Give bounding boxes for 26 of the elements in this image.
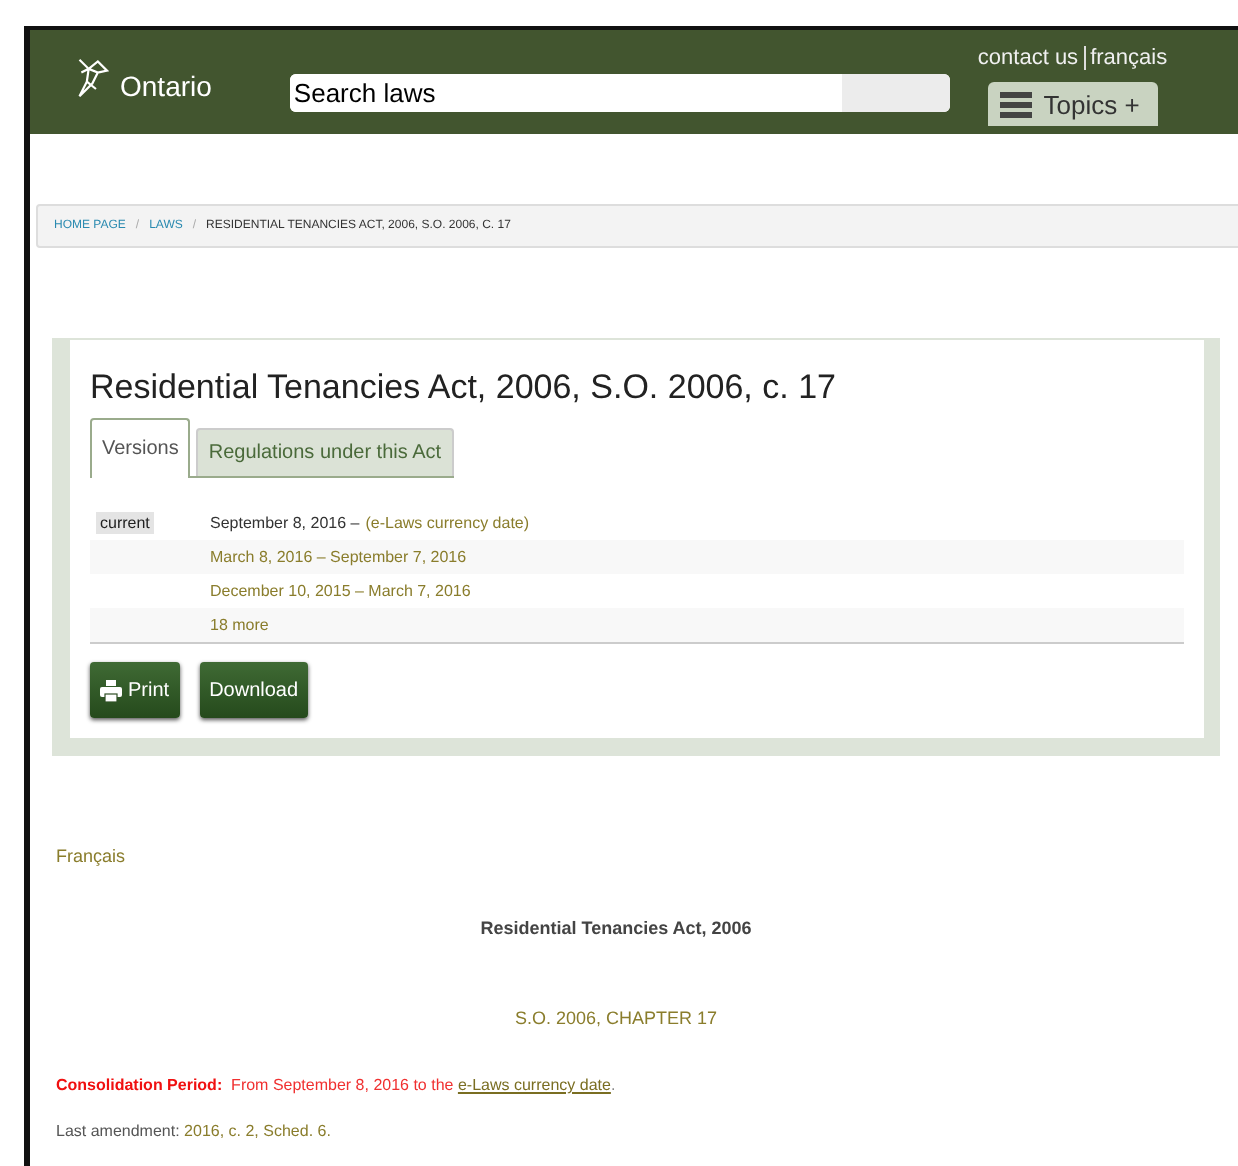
current-badge: current xyxy=(96,512,154,534)
act-title: Residential Tenancies Act, 2006, S.O. 2006, c. 17 xyxy=(90,368,838,408)
version-link[interactable]: (e-Laws currency date) xyxy=(365,514,530,532)
printer-icon xyxy=(100,679,122,701)
version-date: September 8, 2016 – xyxy=(210,514,360,532)
search-bar[interactable]: Search laws xyxy=(289,74,950,112)
language-link[interactable]: Français xyxy=(56,846,126,866)
consolidation-period: Consolidation Period: From September 8, 2016 to the e-Laws currency date. xyxy=(56,1076,618,1094)
topics-button[interactable]: Topics + xyxy=(987,82,1158,126)
header-link[interactable]: contact us xyxy=(973,46,1083,70)
print-button[interactable]: Print xyxy=(90,662,180,718)
version-link[interactable]: December 10, 2015 – March 7, 2016 xyxy=(210,582,471,600)
last-amendment: Last amendment: 2016, c. 2, Sched. 6. xyxy=(56,1122,333,1140)
ontario-logo-text[interactable]: Ontario xyxy=(120,70,212,102)
currency-date-link[interactable]: e-Laws currency date xyxy=(457,1076,611,1094)
act-heading: Residential Tenancies Act, 2006 xyxy=(478,918,754,938)
version-link[interactable]: 18 more xyxy=(210,616,269,634)
version-link[interactable]: March 8, 2016 – September 7, 2016 xyxy=(210,548,467,566)
search-button[interactable] xyxy=(841,74,950,112)
menu-icon xyxy=(999,91,1032,117)
tab[interactable]: Versions xyxy=(90,418,191,478)
amendment-link[interactable]: 2016, c. 2, Sched. 6. xyxy=(184,1122,331,1140)
header-link[interactable]: français xyxy=(1084,46,1172,70)
chapter-heading: S.O. 2006, CHAPTER 17 xyxy=(512,1008,720,1028)
download-button[interactable]: Download xyxy=(199,662,309,718)
tab[interactable]: Regulations under this Act xyxy=(196,428,454,476)
